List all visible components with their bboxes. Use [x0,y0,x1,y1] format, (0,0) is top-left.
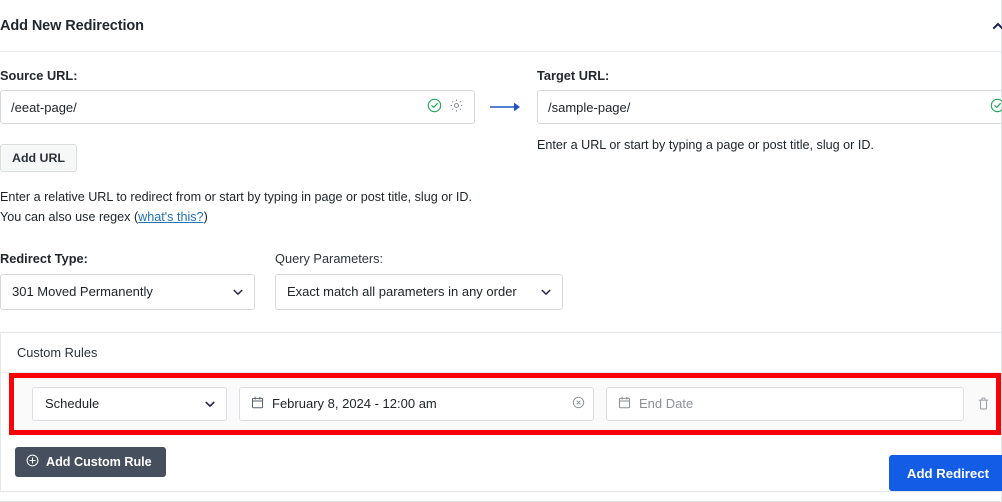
source-help-line2: You can also use regex (what's this?) [0,208,475,228]
add-url-button[interactable]: Add URL [0,144,77,173]
query-parameters-group: Query Parameters: Exact match all parame… [275,251,563,310]
calendar-icon [618,396,631,412]
check-circle-icon [990,98,1002,116]
redirect-type-select[interactable]: 301 Moved Permanently [0,273,255,310]
target-url-label: Target URL: [537,68,610,83]
chevron-down-icon [232,286,244,298]
panel-body: Source URL: /eeat-page/ Add URL Enter a … [0,52,1002,492]
source-help-line1: Enter a relative URL to redirect from or… [0,190,473,205]
end-date-input[interactable]: End Date [606,386,964,421]
chevron-down-icon [540,286,552,298]
custom-rule-type-value: Schedule [45,396,100,412]
redirect-type-label: Redirect Type: [0,251,88,267]
calendar-icon [251,396,264,412]
source-url-input[interactable]: /eeat-page/ [0,90,475,125]
query-parameters-label: Query Parameters: [275,251,384,267]
target-url-input[interactable]: /sample-page/ [537,90,1002,125]
query-parameters-value: Exact match all parameters in any order [287,284,517,300]
redirect-type-value: 301 Moved Permanently [12,284,153,300]
clear-circle-icon[interactable] [572,396,585,412]
source-help-prefix: You can also use regex ( [0,209,139,224]
panel-footer: Add Redirect [0,445,1002,501]
add-redirect-button[interactable]: Add Redirect [888,455,1002,491]
source-url-value: /eeat-page/ [11,99,77,115]
start-date-input[interactable]: February 8, 2024 - 12:00 am [239,386,594,421]
trash-icon[interactable] [976,396,994,411]
custom-rules-title: Custom Rules [1,333,1001,373]
gear-icon[interactable] [449,98,464,116]
check-circle-icon [427,98,442,116]
query-parameters-select[interactable]: Exact match all parameters in any order [275,273,563,310]
target-help-text: Enter a URL or start by typing a page or… [537,138,874,153]
source-help-text: Enter a relative URL to redirect from or… [0,188,475,227]
add-url-wrap: Add URL [0,144,475,173]
chevron-up-icon[interactable] [991,19,1002,33]
whats-this-link[interactable]: what's this? [138,210,203,224]
urls-row: Source URL: /eeat-page/ Add URL Enter a … [0,52,1002,227]
target-url-value: /sample-page/ [548,99,631,115]
redirect-arrow [475,68,537,114]
arrow-right-icon [490,100,522,114]
custom-rule-row: Schedule February 8, 2024 - 12:00 am End… [9,372,1001,435]
target-url-group: Target URL: /sample-page/ Enter a URL or… [537,68,1002,156]
end-date-placeholder: End Date [639,396,694,412]
source-help-suffix: ) [203,209,208,224]
add-new-redirection-panel: Add New Redirection Source URL: /eeat-pa… [0,0,1002,502]
custom-rule-type-select[interactable]: Schedule [32,386,227,421]
redirect-type-group: Redirect Type: 301 Moved Permanently [0,251,255,310]
source-url-group: Source URL: /eeat-page/ Add URL Enter a … [0,68,475,227]
source-url-label: Source URL: [0,68,78,83]
selects-row: Redirect Type: 301 Moved Permanently Que… [0,251,1001,310]
panel-header: Add New Redirection [0,0,1002,52]
page-title: Add New Redirection [0,17,144,34]
chevron-down-icon [204,398,216,410]
start-date-value: February 8, 2024 - 12:00 am [272,396,437,412]
